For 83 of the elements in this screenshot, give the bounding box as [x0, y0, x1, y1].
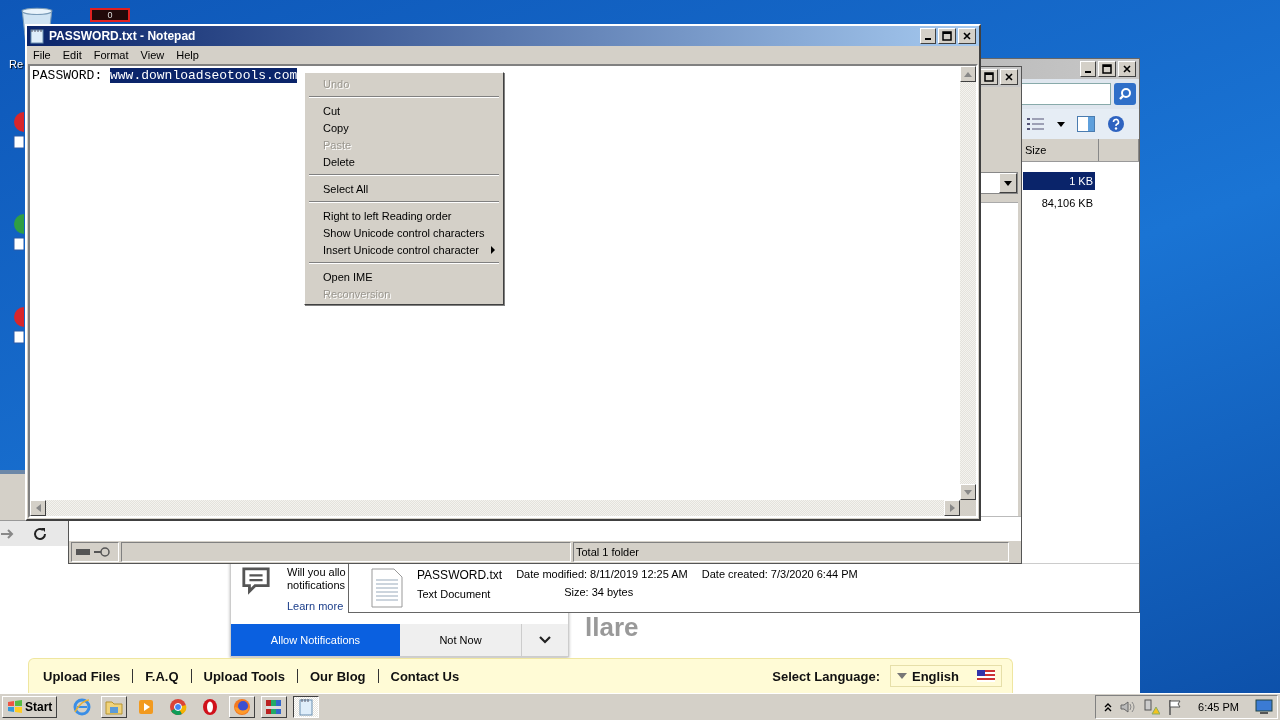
logo-text: llare: [585, 613, 639, 641]
maximize-icon: [1102, 64, 1112, 74]
reload-icon[interactable]: [32, 525, 48, 542]
nav-link[interactable]: Contact Us: [390, 668, 460, 684]
view-list-icon[interactable]: [1027, 117, 1045, 131]
menu-item[interactable]: Cut: [307, 102, 501, 119]
search-button[interactable]: [1114, 83, 1136, 105]
notification-text: Will you allo: [287, 566, 346, 579]
forward-icon[interactable]: [0, 526, 14, 541]
fox-browser-icon[interactable]: [229, 696, 256, 718]
app-shortcut-icon[interactable]: [12, 110, 24, 150]
minimize-button[interactable]: [920, 28, 936, 44]
menu-item[interactable]: View: [134, 49, 171, 61]
nav-link[interactable]: F.A.Q: [145, 668, 179, 684]
chevron-up-icon[interactable]: [1104, 702, 1113, 712]
chat-icon: [241, 566, 271, 596]
maximize-icon: [984, 72, 994, 82]
clock[interactable]: 6:45 PM: [1198, 701, 1239, 713]
dropdown-arrow-icon[interactable]: [1057, 121, 1065, 127]
dropdown-arrow-icon: [1004, 180, 1012, 186]
close-icon: [1122, 64, 1132, 74]
app-shortcut-icon[interactable]: [12, 305, 24, 345]
nav-link[interactable]: Upload Files: [43, 668, 121, 684]
menu-item[interactable]: Open IME: [307, 268, 501, 285]
flag-icon[interactable]: [1168, 699, 1183, 715]
windows-logo-icon: [7, 700, 23, 714]
menu-item[interactable]: Delete: [307, 153, 501, 170]
file-type: Text Document: [417, 588, 492, 600]
menu-item[interactable]: Copy: [307, 119, 501, 136]
size-cell[interactable]: 1 KB: [1023, 172, 1095, 190]
size-cell[interactable]: 84,106 KB: [1023, 194, 1095, 212]
language-select[interactable]: English: [890, 665, 1002, 687]
preview-pane-icon[interactable]: [1077, 116, 1095, 132]
close-icon: [962, 31, 972, 41]
menu-item[interactable]: Format: [87, 49, 135, 61]
nav-link[interactable]: Our Blog: [309, 668, 366, 684]
menu-item[interactable]: Insert Unicode control character: [307, 241, 501, 258]
not-now-button[interactable]: Not Now: [400, 624, 522, 656]
menu-item[interactable]: Show Unicode control characters: [307, 224, 501, 241]
menu-item[interactable]: Edit: [56, 49, 88, 61]
allow-notifications-button[interactable]: Allow Notifications: [231, 624, 400, 656]
books-icon[interactable]: [261, 696, 288, 718]
folder-icon[interactable]: [101, 696, 128, 718]
maximize-icon: [942, 31, 952, 41]
search-field[interactable]: [1019, 83, 1111, 105]
text-file-icon: [371, 568, 403, 608]
menu-item[interactable]: File: [27, 49, 57, 61]
start-button[interactable]: Start: [2, 696, 58, 718]
close-button[interactable]: [958, 28, 976, 44]
key-icon: [94, 547, 110, 557]
search-icon: [1118, 87, 1132, 101]
language-label: Select Language:: [772, 668, 880, 684]
monitor-icon[interactable]: [1255, 699, 1273, 715]
notepad-icon: [30, 28, 44, 44]
minimize-icon: [925, 38, 931, 40]
window-title: PASSWORD.txt - Notepad: [49, 29, 196, 43]
menu-item[interactable]: Right to left Reading order: [307, 207, 501, 224]
app-shortcut-icon[interactable]: [12, 212, 24, 252]
minimize-icon: [1085, 71, 1091, 73]
status-text: Total 1 folder: [573, 542, 1009, 562]
column-header[interactable]: Size: [1023, 139, 1099, 161]
notepad-icon[interactable]: [293, 696, 320, 718]
dropdown-arrow-icon: [897, 673, 907, 679]
notification-text: notifications: [287, 579, 346, 592]
nav-link[interactable]: Upload Tools: [203, 668, 285, 684]
file-size: Size: 34 bytes: [563, 586, 635, 598]
dropdown-button[interactable]: [999, 173, 1017, 193]
speaker-icon[interactable]: [1120, 700, 1137, 714]
date-created: Date created: 7/3/2020 6:44 PM: [701, 568, 858, 580]
menu-item[interactable]: Select All: [307, 180, 501, 197]
text-line: PASSWORD: www.downloadseotools.com: [32, 68, 298, 83]
chevron-down-icon: [538, 635, 552, 645]
menu-item[interactable]: Help: [170, 49, 205, 61]
close-icon: [1004, 72, 1014, 82]
help-icon[interactable]: [1107, 115, 1125, 133]
date-modified: Date modified: 8/11/2019 12:25 AM: [516, 568, 688, 580]
file-name: PASSWORD.txt: [417, 568, 503, 582]
desktop-icon-label: Re: [9, 58, 24, 70]
counter-widget: 0: [90, 8, 130, 22]
maximize-button[interactable]: [938, 28, 956, 44]
flag-icon: [977, 670, 995, 682]
learn-more-link[interactable]: Learn more: [287, 600, 346, 612]
drive-icon: [76, 549, 90, 555]
